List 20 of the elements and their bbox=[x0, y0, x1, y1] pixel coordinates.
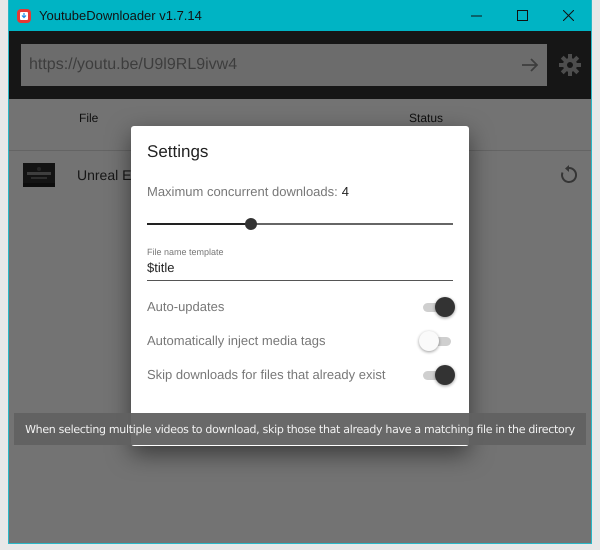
toggle-label: Auto-updates bbox=[147, 299, 224, 314]
column-header: Status bbox=[409, 111, 444, 125]
text-field[interactable]: File name template $title bbox=[147, 247, 453, 281]
file-title: Unreal E bbox=[77, 167, 132, 183]
window-title: YoutubeDownloader v1.7.14 bbox=[39, 8, 203, 23]
slider-value: 4 bbox=[342, 184, 349, 199]
toggle-label: Automatically inject media tags bbox=[147, 333, 326, 348]
toggle-switch[interactable] bbox=[421, 330, 453, 350]
maximize-icon bbox=[516, 10, 528, 21]
toggle-label: Skip downloads for files that already exist bbox=[147, 367, 386, 382]
slider-label: Maximum concurrent downloads: bbox=[147, 184, 338, 199]
toggle-switch[interactable] bbox=[421, 296, 453, 316]
tooltip: When selecting multiple videos to download, skip those that already have a matching file in the directory bbox=[14, 413, 586, 445]
column-header: File bbox=[79, 111, 100, 125]
restart-icon[interactable] bbox=[559, 165, 579, 185]
app-logo-icon bbox=[17, 8, 31, 22]
close-icon bbox=[562, 10, 574, 21]
dialog-title: Settings bbox=[147, 142, 210, 162]
slider-thumb[interactable] bbox=[245, 218, 258, 230]
toggle-switch[interactable] bbox=[421, 364, 453, 384]
